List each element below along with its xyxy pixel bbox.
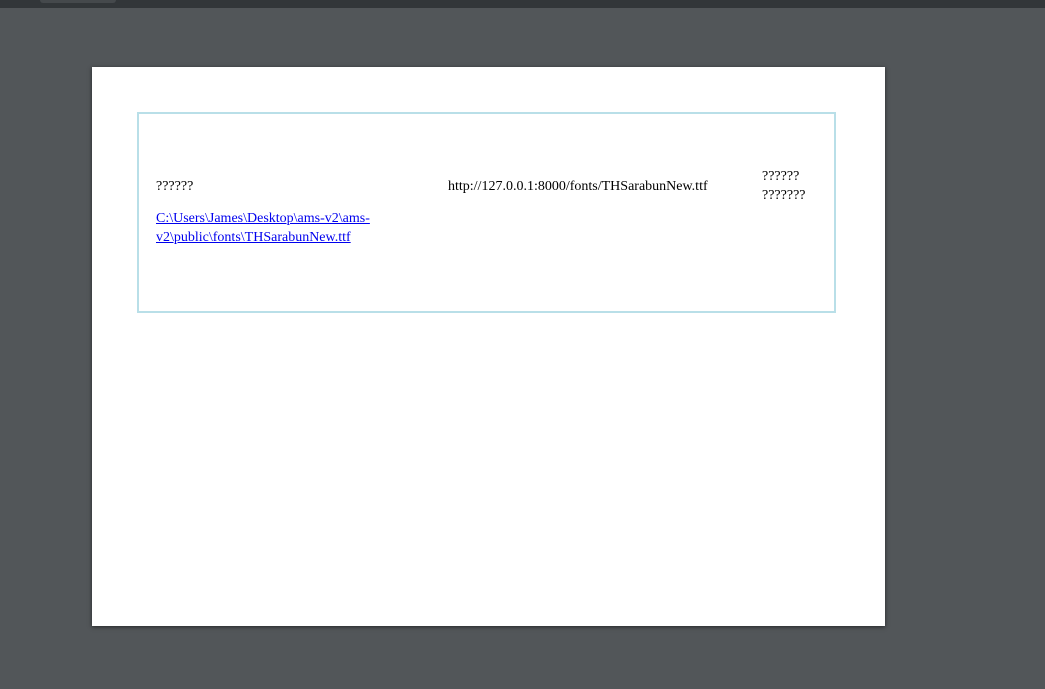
pdf-viewer-area[interactable]: ?????? C:\Users\James\Desktop\ams-v2\ams… <box>0 8 1045 689</box>
viewer-toolbar <box>0 0 1045 8</box>
left-label: ?????? <box>156 179 194 194</box>
document-page: ?????? C:\Users\James\Desktop\ams-v2\ams… <box>92 67 885 626</box>
font-path-link[interactable]: C:\Users\James\Desktop\ams-v2\ams-v2\pub… <box>156 209 396 247</box>
font-url-text: http://127.0.0.1:8000/fonts/THSarabunNew… <box>448 179 708 194</box>
right-label-line-2: ??????? <box>762 188 806 203</box>
right-label-line-1: ?????? <box>762 169 800 184</box>
toolbar-tab[interactable] <box>40 0 116 3</box>
